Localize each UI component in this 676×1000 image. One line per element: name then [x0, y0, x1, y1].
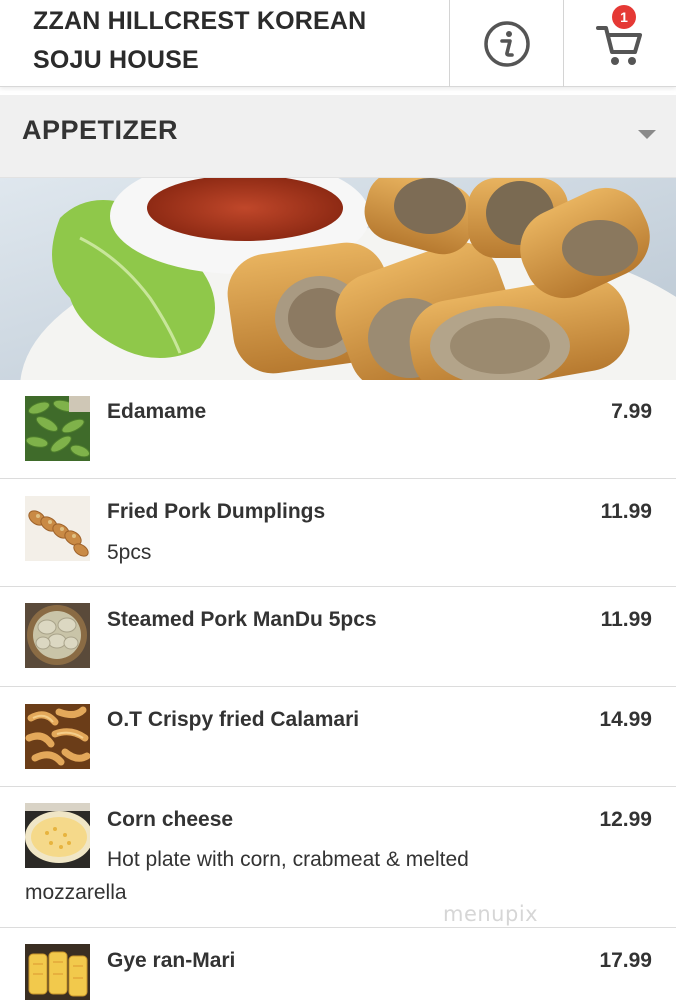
fried-calamari-photo — [25, 704, 90, 769]
menu-item[interactable]: Steamed Pork ManDu 5pcs 11.99 — [0, 587, 676, 687]
item-name: Steamed Pork ManDu 5pcs — [107, 608, 377, 631]
item-description: 5pcs — [107, 541, 152, 564]
category-header-appetizer[interactable]: APPETIZER — [0, 95, 676, 178]
item-price: 7.99 — [611, 400, 652, 423]
menu-item[interactable]: Gye ran-Mari 17.99 — [0, 928, 676, 1000]
item-name: Edamame — [107, 400, 207, 423]
item-description-continued: mozzarella — [25, 881, 127, 904]
rolled-omelette-photo — [25, 944, 90, 1000]
info-button[interactable] — [450, 0, 563, 87]
spring-rolls-photo — [0, 178, 676, 380]
item-price: 11.99 — [600, 608, 652, 631]
title-line-2: SOJU HOUSE — [33, 46, 199, 74]
category-hero-image — [0, 178, 676, 380]
menu-item[interactable]: Fried Pork Dumplings 11.99 5pcs — [0, 479, 676, 587]
item-name: Gye ran-Mari — [107, 949, 236, 972]
item-name: Fried Pork Dumplings — [107, 500, 326, 523]
item-price: 14.99 — [599, 708, 652, 731]
item-price: 12.99 — [599, 808, 652, 831]
menu-item[interactable]: Edamame 7.99 — [0, 380, 676, 479]
info-circle-icon — [483, 20, 530, 67]
steamed-dumplings-photo — [25, 603, 90, 668]
menu-item[interactable]: O.T Crispy fried Calamari 14.99 — [0, 687, 676, 787]
edamame-photo — [25, 396, 90, 461]
item-price: 11.99 — [600, 500, 652, 523]
watermark: menupix — [443, 902, 539, 926]
app-header: ZZAN HILLCREST KOREAN SOJU HOUSE 1 — [0, 0, 676, 87]
corn-cheese-photo — [25, 803, 90, 868]
fried-dumplings-photo — [25, 496, 90, 561]
item-price: 17.99 — [599, 949, 652, 972]
item-name: O.T Crispy fried Calamari — [107, 708, 360, 731]
category-label: APPETIZER — [22, 115, 179, 145]
menu-item[interactable]: Corn cheese 12.99 Hot plate with corn, c… — [0, 787, 676, 928]
restaurant-title: ZZAN HILLCREST KOREAN SOJU HOUSE — [33, 2, 433, 80]
cart-count-badge: 1 — [612, 5, 636, 29]
item-name: Corn cheese — [107, 808, 234, 831]
item-description: Hot plate with corn, crabmeat & melted — [107, 848, 469, 871]
title-line-1: ZZAN HILLCREST KOREAN — [33, 7, 367, 35]
caret-down-icon — [638, 130, 656, 139]
